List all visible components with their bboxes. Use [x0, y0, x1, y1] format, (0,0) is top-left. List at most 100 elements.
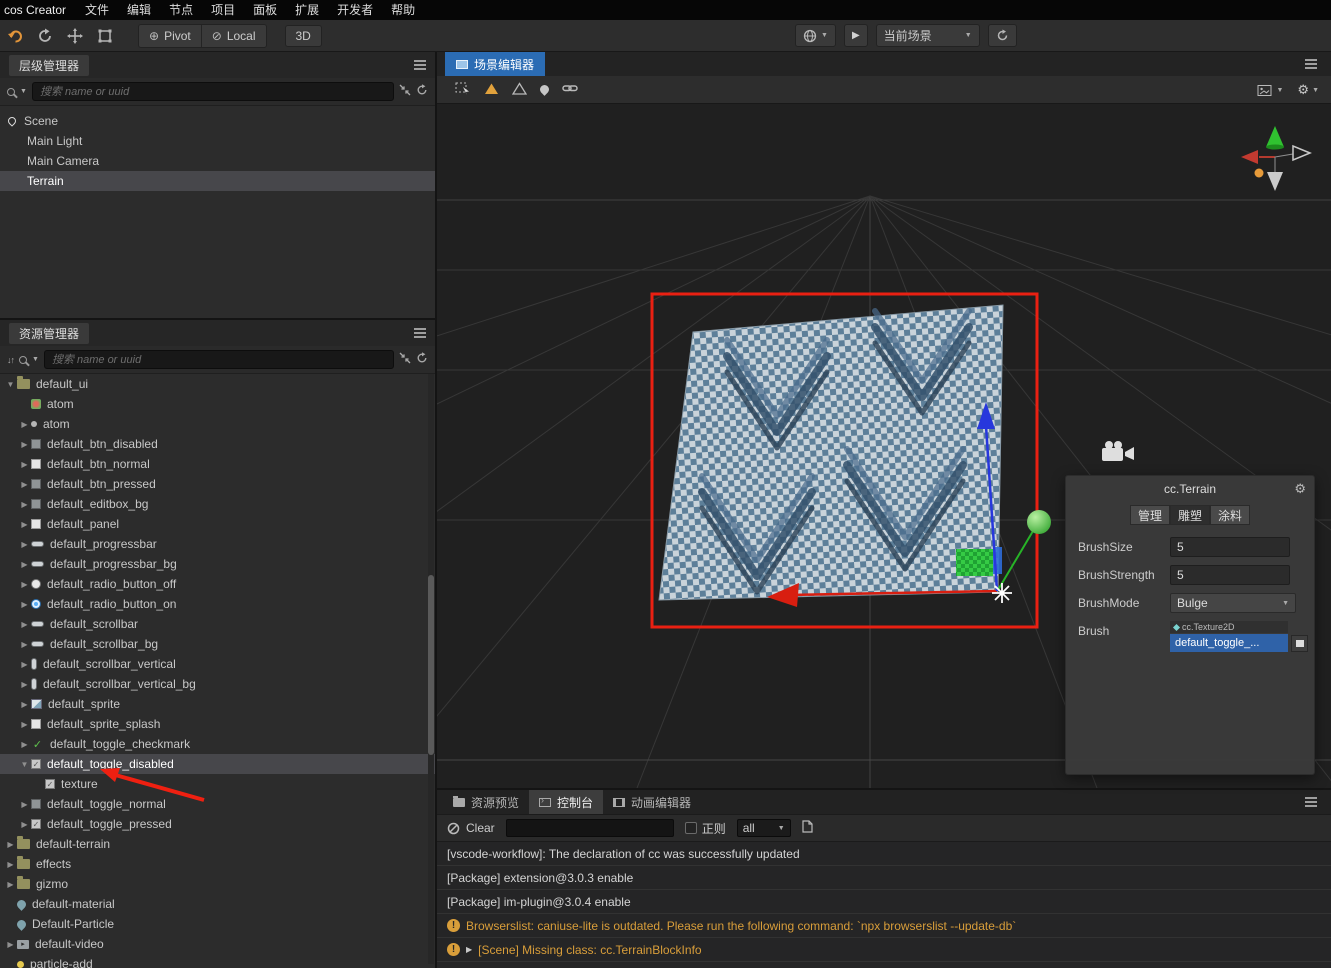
expand-arrow[interactable]: ▶ — [18, 620, 31, 629]
expand-arrow[interactable]: ▼ — [4, 380, 17, 389]
asset-item[interactable]: ▶default_sprite — [0, 694, 435, 714]
scene-settings-button[interactable]: ⚙ ▼ — [1297, 82, 1319, 98]
asset-item[interactable]: ▶default_btn_disabled — [0, 434, 435, 454]
link-icon[interactable] — [562, 82, 578, 97]
asset-item[interactable]: ▶gizmo — [0, 874, 435, 894]
expand-arrow[interactable]: ▶ — [18, 720, 31, 729]
console-log-row[interactable]: !Browserslist: caniuse-lite is outdated.… — [437, 914, 1331, 938]
hierarchy-node[interactable]: Terrain — [0, 171, 435, 191]
material-droplet-icon[interactable] — [538, 83, 551, 96]
asset-item[interactable]: ▶default_sprite_splash — [0, 714, 435, 734]
console-log-row[interactable]: !▶[Scene] Missing class: cc.TerrainBlock… — [437, 938, 1331, 962]
expand-arrow[interactable]: ▶ — [18, 460, 31, 469]
hierarchy-search-input[interactable] — [32, 82, 394, 101]
expand-arrow[interactable]: ▶ — [18, 660, 31, 669]
clear-button[interactable]: Clear — [447, 821, 495, 835]
expand-arrow[interactable]: ▶ — [18, 520, 31, 529]
console-log-row[interactable]: [vscode-workflow]: The declaration of cc… — [437, 842, 1331, 866]
log-level-select[interactable]: all ▼ — [737, 819, 791, 837]
expand-arrow[interactable]: ▶ — [18, 700, 31, 709]
expand-arrow[interactable]: ▶ — [18, 420, 31, 429]
refresh-icon[interactable] — [416, 352, 428, 367]
preview-target-button[interactable]: ▼ — [795, 24, 836, 47]
terrain-tab[interactable]: 雕塑 — [1170, 505, 1210, 525]
expand-arrow[interactable]: ▶ — [18, 820, 31, 829]
terrain-tab[interactable]: 管理 — [1130, 505, 1170, 525]
sort-icon[interactable]: ↓↑ — [7, 355, 14, 365]
asset-item[interactable]: ▶default_editbox_bg — [0, 494, 435, 514]
asset-item[interactable]: ▶default_scrollbar — [0, 614, 435, 634]
asset-item[interactable]: ▼✓default_toggle_disabled — [0, 754, 435, 774]
expand-arrow[interactable]: ▶ — [18, 480, 31, 489]
regex-checkbox[interactable] — [685, 822, 697, 834]
asset-item[interactable]: ▶✓default_toggle_checkmark — [0, 734, 435, 754]
asset-item[interactable]: ▶atom — [0, 414, 435, 434]
asset-item[interactable]: ▶default_progressbar_bg — [0, 554, 435, 574]
panel-menu-icon[interactable] — [414, 332, 426, 334]
collapse-all-icon[interactable] — [399, 352, 411, 367]
menu-item[interactable]: 扩展 — [286, 0, 328, 20]
asset-item[interactable]: ▶default_radio_button_off — [0, 574, 435, 594]
menu-item[interactable]: 文件 — [76, 0, 118, 20]
expand-arrow[interactable]: ▶ — [18, 600, 31, 609]
brush-size-input[interactable] — [1170, 537, 1290, 557]
brush-mode-select[interactable]: Bulge ▼ — [1170, 593, 1296, 613]
asset-item[interactable]: ▶default_toggle_normal — [0, 794, 435, 814]
asset-item[interactable]: Default-Particle — [0, 914, 435, 934]
asset-item[interactable]: ▶▸default-video — [0, 934, 435, 954]
gizmo-wire-icon[interactable] — [512, 82, 527, 98]
brush-asset-value[interactable]: default_toggle_... — [1170, 634, 1288, 652]
asset-item[interactable]: ▶default_scrollbar_bg — [0, 634, 435, 654]
console-tab-assets-preview[interactable]: 资源预览 — [443, 790, 529, 814]
expand-arrow[interactable]: ▶ — [18, 540, 31, 549]
assets-search-input[interactable] — [44, 350, 394, 369]
brush-asset-box[interactable]: cc.Texture2D default_toggle_... — [1170, 621, 1288, 652]
asset-item[interactable]: ✓texture — [0, 774, 435, 794]
collapse-all-icon[interactable] — [399, 84, 411, 99]
menu-item[interactable]: 开发者 — [328, 0, 382, 20]
3d-mode-button[interactable]: 3D — [285, 25, 322, 47]
refresh-icon[interactable] — [34, 25, 56, 47]
select-tool-icon[interactable] — [455, 81, 471, 99]
panel-menu-icon[interactable] — [414, 64, 426, 66]
menu-item[interactable]: 项目 — [202, 0, 244, 20]
pivot-button[interactable]: ⊕ Pivot — [139, 25, 202, 47]
move-tool-icon[interactable] — [64, 25, 86, 47]
menu-item[interactable]: 节点 — [160, 0, 202, 20]
hierarchy-node[interactable]: Main Camera — [0, 151, 435, 171]
expand-arrow[interactable]: ▶ — [18, 500, 31, 509]
terrain-tab[interactable]: 涂料 — [1210, 505, 1250, 525]
expand-arrow[interactable]: ▶ — [18, 680, 31, 689]
expand-arrow[interactable]: ▼ — [18, 760, 31, 769]
asset-item[interactable]: default-material — [0, 894, 435, 914]
expand-arrow[interactable]: ▶ — [4, 940, 17, 949]
asset-item[interactable]: atom — [0, 394, 435, 414]
console-filter-input[interactable] — [506, 819, 674, 837]
expand-arrow[interactable]: ▶ — [18, 440, 31, 449]
expand-caret[interactable]: ▶ — [466, 945, 472, 954]
console-log-row[interactable]: [Package] im-plugin@3.0.4 enable — [437, 890, 1331, 914]
hierarchy-node[interactable]: Scene — [0, 111, 435, 131]
gear-icon[interactable]: ⚙ — [1294, 481, 1306, 497]
asset-item[interactable]: ▶default_scrollbar_vertical_bg — [0, 674, 435, 694]
expand-arrow[interactable]: ▶ — [18, 740, 31, 749]
menu-item[interactable]: 编辑 — [118, 0, 160, 20]
asset-item[interactable]: ▶default_scrollbar_vertical — [0, 654, 435, 674]
refresh-icon[interactable] — [416, 84, 428, 99]
asset-item[interactable]: ▼default_ui — [0, 374, 435, 394]
local-button[interactable]: ⊘ Local — [202, 25, 266, 47]
chevron-down-icon[interactable]: ▼ — [32, 356, 39, 363]
rect-tool-icon[interactable] — [94, 25, 116, 47]
scene-viewport[interactable]: cc.Terrain ⚙ 管理雕塑涂料 BrushSize BrushStren… — [437, 104, 1331, 788]
asset-item[interactable]: ▶default_panel — [0, 514, 435, 534]
nav-axis-gizmo[interactable] — [1241, 126, 1310, 191]
menu-item[interactable]: 帮助 — [382, 0, 424, 20]
expand-arrow[interactable]: ▶ — [18, 560, 31, 569]
undo-icon[interactable] — [4, 25, 26, 47]
asset-item[interactable]: ▶default-terrain — [0, 834, 435, 854]
expand-arrow[interactable]: ▶ — [18, 800, 31, 809]
asset-item[interactable]: ▶effects — [0, 854, 435, 874]
console-tab-console[interactable]: 控制台 — [529, 790, 603, 814]
brush-strength-input[interactable] — [1170, 565, 1290, 585]
expand-arrow[interactable]: ▶ — [18, 580, 31, 589]
